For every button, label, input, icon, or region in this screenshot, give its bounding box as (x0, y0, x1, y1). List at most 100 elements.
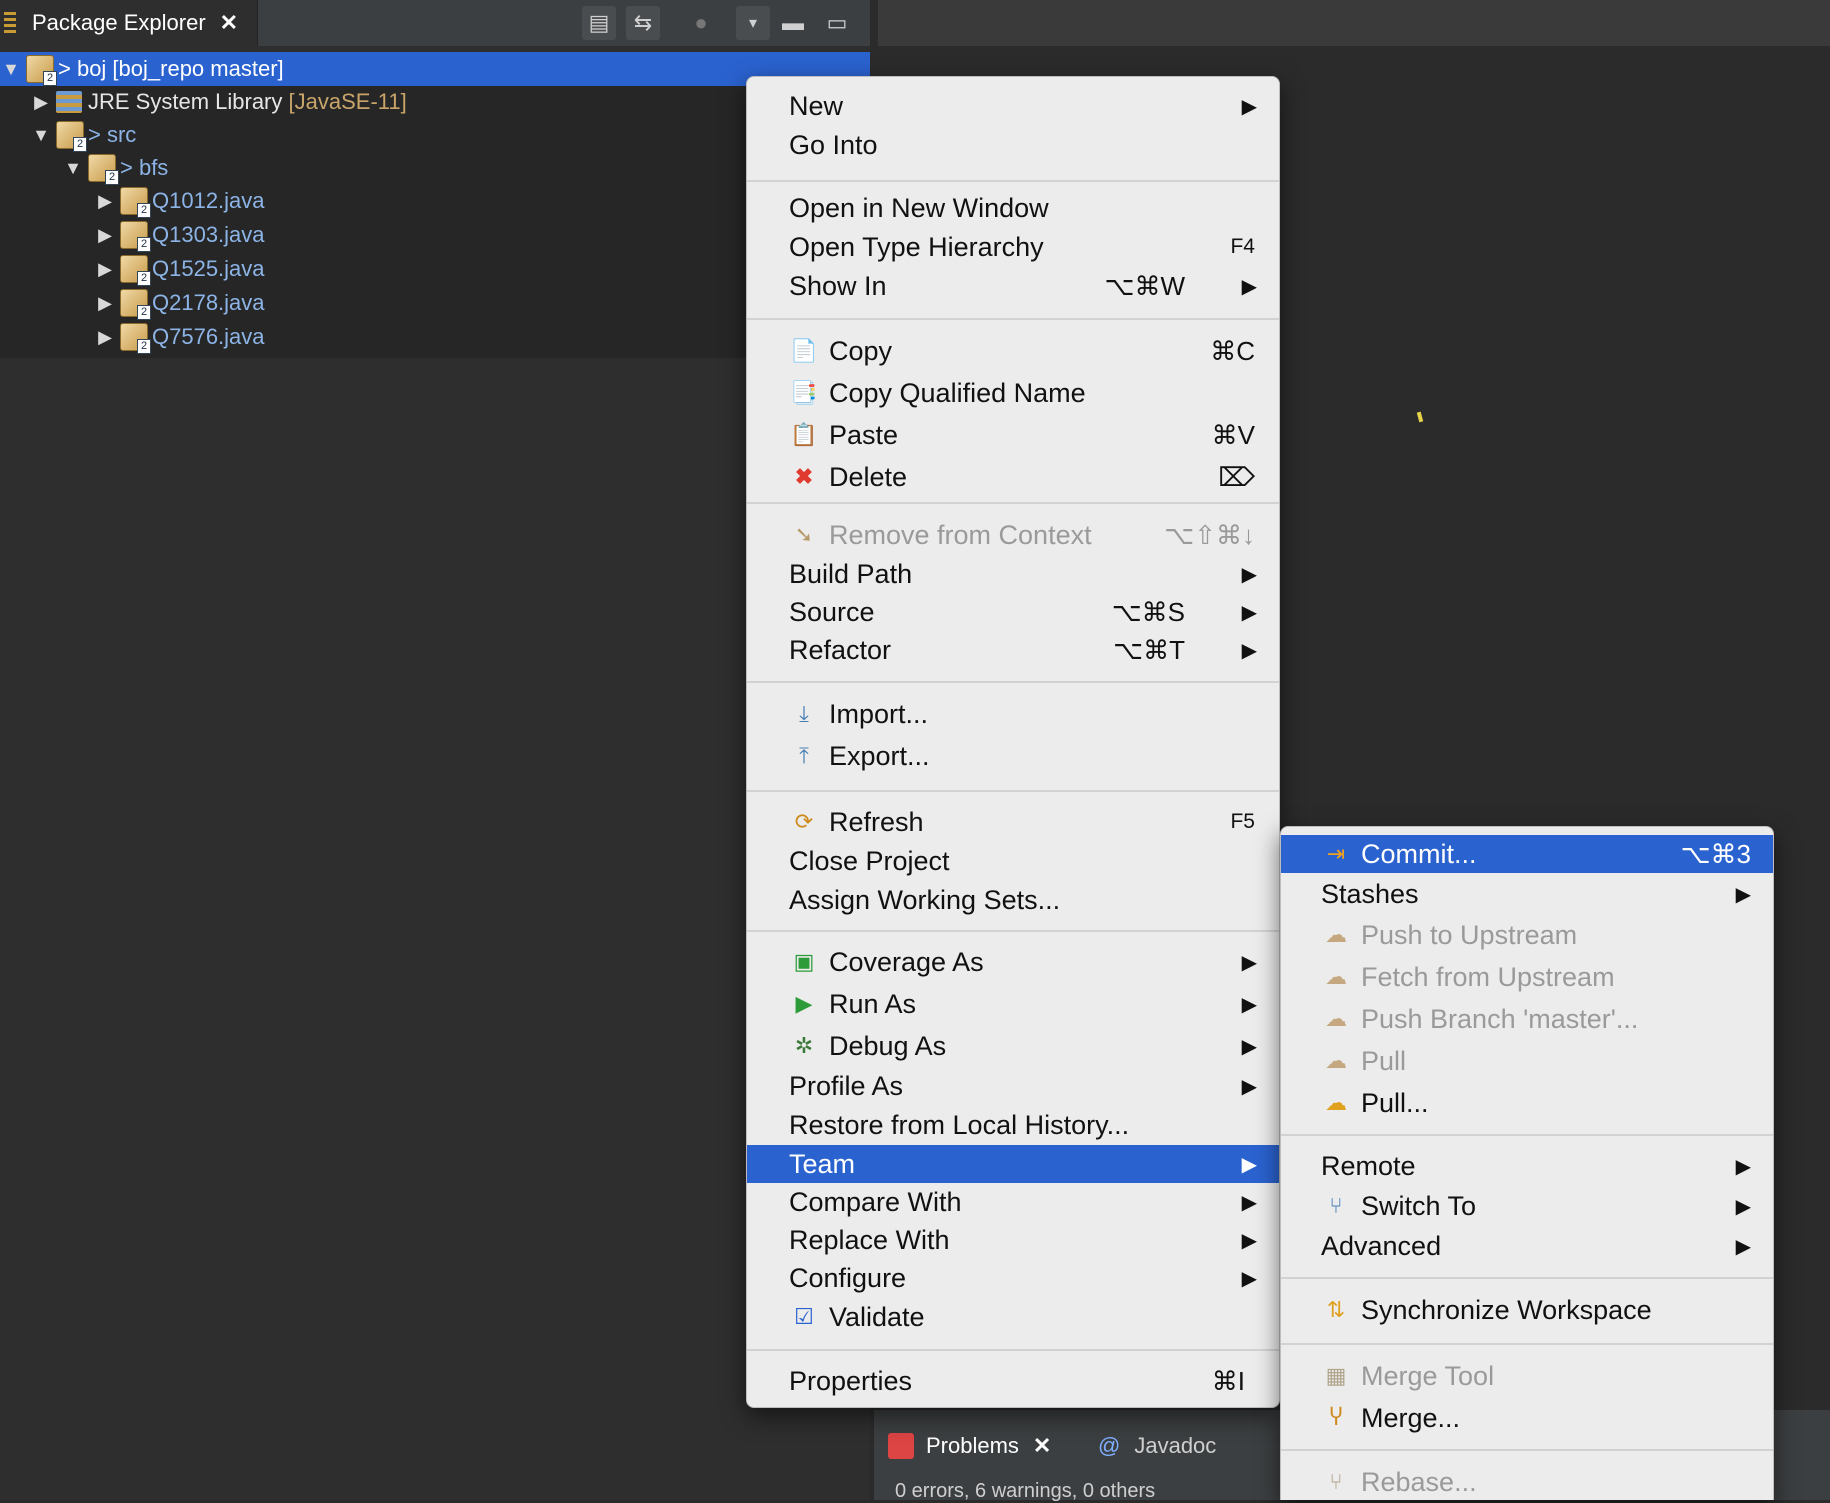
menu-item-push-branch[interactable]: ☁ Push Branch 'master'... (1281, 1000, 1773, 1038)
submenu-arrow-icon: ▶ (1241, 1035, 1257, 1058)
shortcut-label: ⌥⌘W (1104, 270, 1185, 301)
menu-item-paste[interactable]: 📋 Paste ⌘V (747, 416, 1279, 454)
menu-item-go-into[interactable]: Go Into (747, 126, 1279, 164)
java-file-icon (120, 255, 151, 286)
expanded-chevron-icon[interactable]: ▼ (62, 158, 84, 179)
tree-item-label: > src (88, 122, 137, 147)
project-icon (26, 55, 57, 86)
tree-item-java-file[interactable]: ▶ Q1525.java (0, 252, 265, 286)
tree-item-java-file[interactable]: ▶ Q1012.java (0, 184, 265, 218)
menu-item-stashes[interactable]: Stashes ▶ (1281, 875, 1773, 913)
tree-item-java-file[interactable]: ▶ Q7576.java (0, 320, 265, 354)
collapsed-chevron-icon[interactable]: ▶ (94, 191, 116, 212)
menu-item-copy-qualified-name[interactable]: 📑 Copy Qualified Name (747, 374, 1279, 412)
expanded-chevron-icon[interactable]: ▼ (0, 59, 22, 80)
menu-item-commit[interactable]: ⇥ Commit... ⌥⌘3 (1281, 835, 1773, 873)
submenu-arrow-icon: ▶ (1241, 1267, 1257, 1290)
menu-item-show-in[interactable]: Show In ⌥⌘W ▶ (747, 267, 1279, 305)
maximize-icon[interactable]: ▭ (820, 6, 854, 40)
menu-separator (747, 318, 1279, 320)
menu-item-replace-with[interactable]: Replace With ▶ (747, 1221, 1279, 1259)
shortcut-label: ⌘V (1211, 419, 1255, 450)
menu-item-label: Refresh (829, 806, 924, 837)
menu-item-compare-with[interactable]: Compare With ▶ (747, 1183, 1279, 1221)
java-file-icon (120, 187, 151, 218)
menu-item-refresh[interactable]: ⟳ Refresh F5 (747, 803, 1279, 841)
menu-item-remote[interactable]: Remote ▶ (1281, 1147, 1773, 1185)
editor-area (878, 0, 1830, 46)
menu-item-fetch-from-upstream[interactable]: ☁ Fetch from Upstream (1281, 958, 1773, 996)
menu-item-run-as[interactable]: ▶ Run As ▶ (747, 985, 1279, 1023)
menu-item-validate[interactable]: ☑ Validate (747, 1298, 1279, 1336)
menu-item-new[interactable]: New ▶ (747, 87, 1279, 125)
menu-item-team[interactable]: Team ▶ (747, 1145, 1279, 1183)
push-branch-icon: ☁ (1325, 1006, 1347, 1031)
close-icon[interactable]: ✕ (220, 10, 238, 36)
shortcut-label: F4 (1230, 235, 1255, 258)
shortcut-label: ⌥⇧⌘↓ (1164, 519, 1255, 550)
menu-item-close-project[interactable]: Close Project (747, 842, 1279, 880)
tab-javadoc[interactable]: @ Javadoc (1098, 1418, 1216, 1474)
team-submenu: ⇥ Commit... ⌥⌘3 Stashes ▶ ☁ Push to Upstream… (1280, 826, 1774, 1500)
expanded-chevron-icon[interactable]: ▼ (30, 125, 52, 146)
tab-problems[interactable]: Problems ✕ (888, 1418, 1051, 1474)
shortcut-label: ⌘I (1211, 1365, 1245, 1396)
collapsed-chevron-icon[interactable]: ▶ (30, 92, 52, 113)
menu-item-label: Show In (789, 270, 887, 301)
collapsed-chevron-icon[interactable]: ▶ (94, 327, 116, 348)
menu-item-label: Open Type Hierarchy (789, 231, 1044, 262)
menu-item-refactor[interactable]: Refactor ⌥⌘T ▶ (747, 631, 1279, 669)
menu-item-profile-as[interactable]: Profile As ▶ (747, 1067, 1279, 1105)
collapsed-chevron-icon[interactable]: ▶ (94, 225, 116, 246)
tree-item-java-file[interactable]: ▶ Q1303.java (0, 218, 265, 252)
menu-item-open-in-new-window[interactable]: Open in New Window (747, 189, 1279, 227)
menu-item-coverage-as[interactable]: ▣ Coverage As ▶ (747, 943, 1279, 981)
tab-package-explorer[interactable]: Package Explorer ✕ (0, 0, 258, 46)
menu-item-label: Refactor (789, 634, 892, 665)
menu-item-assign-working-sets[interactable]: Assign Working Sets... (747, 881, 1279, 919)
menu-item-debug-as[interactable]: ✲ Debug As ▶ (747, 1027, 1279, 1065)
menu-item-rebase[interactable]: ⑂ Rebase... (1281, 1463, 1773, 1501)
tree-item-jre-library[interactable]: ▶ JRE System Library [JavaSE-11] (0, 85, 407, 119)
collapse-all-icon[interactable]: ▤ (582, 6, 616, 40)
link-with-editor-icon[interactable]: ⇆ (626, 6, 660, 40)
tree-item-bfs[interactable]: ▼ > bfs (0, 151, 168, 185)
collapsed-chevron-icon[interactable]: ▶ (94, 259, 116, 280)
remove-from-context-icon: ➘ (794, 522, 814, 547)
menu-item-label: Coverage As (829, 946, 984, 977)
menu-item-label: Open in New Window (789, 192, 1049, 223)
tree-item-src[interactable]: ▼ > src (0, 118, 136, 152)
menu-item-build-path[interactable]: Build Path ▶ (747, 555, 1279, 593)
tree-item-java-file[interactable]: ▶ Q2178.java (0, 286, 265, 320)
close-icon[interactable]: ✕ (1033, 1433, 1051, 1459)
menu-item-label: Run As (829, 988, 917, 1019)
collapsed-chevron-icon[interactable]: ▶ (94, 293, 116, 314)
menu-item-label: Fetch from Upstream (1361, 961, 1615, 992)
menu-item-configure[interactable]: Configure ▶ (747, 1259, 1279, 1297)
menu-item-label: Remote (1321, 1150, 1416, 1181)
menu-item-open-type-hierarchy[interactable]: Open Type Hierarchy F4 (747, 228, 1279, 266)
menu-item-pull[interactable]: ☁ Pull (1281, 1042, 1773, 1080)
menu-item-switch-to[interactable]: ⑂ Switch To ▶ (1281, 1187, 1773, 1225)
tree-item-project[interactable]: ▼ > boj [boj_repo master] (0, 52, 870, 86)
focus-on-task-icon[interactable]: ● (684, 6, 718, 40)
menu-item-advanced[interactable]: Advanced ▶ (1281, 1227, 1773, 1265)
pull-dialog-icon: ☁ (1325, 1090, 1347, 1115)
menu-item-merge-tool[interactable]: ▦ Merge Tool (1281, 1357, 1773, 1395)
menu-item-import[interactable]: ⤓ Import... (747, 695, 1279, 733)
minimize-icon[interactable]: ▬ (776, 6, 810, 40)
export-icon: ⤒ (799, 743, 809, 768)
menu-item-delete[interactable]: ✖ Delete ⌦ (747, 458, 1279, 496)
menu-item-push-to-upstream[interactable]: ☁ Push to Upstream (1281, 916, 1773, 954)
menu-item-synchronize-workspace[interactable]: ⇅ Synchronize Workspace (1281, 1291, 1773, 1329)
menu-item-pull-dialog[interactable]: ☁ Pull... (1281, 1084, 1773, 1122)
view-menu-chevron-down-icon[interactable]: ▾ (736, 6, 770, 40)
menu-item-merge[interactable]: Ⴤ Merge... (1281, 1399, 1773, 1437)
menu-item-properties[interactable]: Properties ⌘I (747, 1362, 1279, 1400)
menu-item-restore-from-local-history[interactable]: Restore from Local History... (747, 1106, 1279, 1144)
menu-item-copy[interactable]: 📄 Copy ⌘C (747, 332, 1279, 370)
menu-item-label: Assign Working Sets... (789, 884, 1061, 915)
menu-item-source[interactable]: Source ⌥⌘S ▶ (747, 593, 1279, 631)
menu-item-remove-from-context[interactable]: ➘ Remove from Context ⌥⇧⌘↓ (747, 516, 1279, 554)
menu-item-export[interactable]: ⤒ Export... (747, 737, 1279, 775)
